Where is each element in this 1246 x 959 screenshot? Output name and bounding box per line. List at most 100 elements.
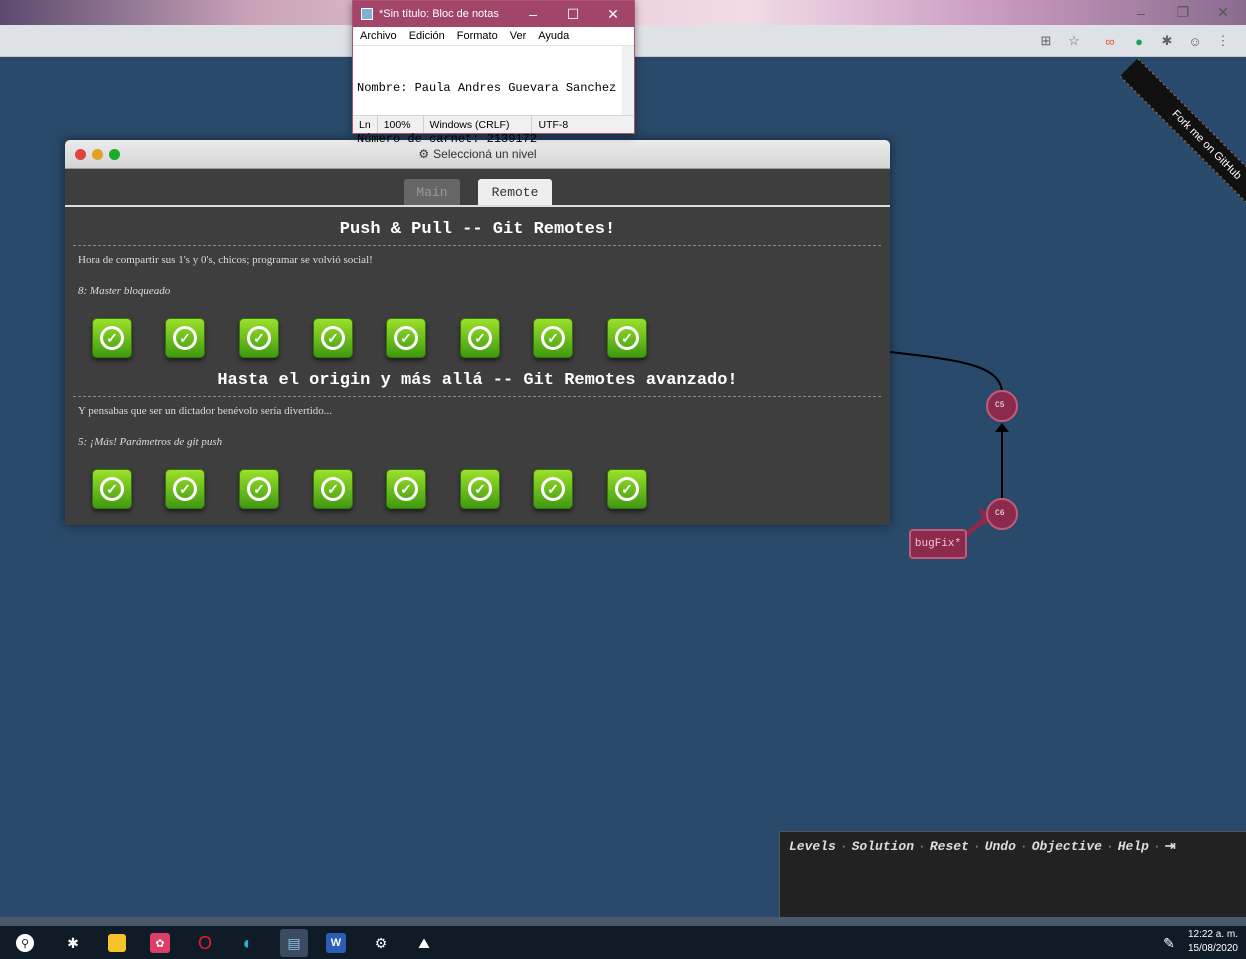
- status-line: Ln: [353, 116, 378, 133]
- check-icon: ✓: [100, 477, 124, 501]
- minimize-dot-icon[interactable]: [92, 149, 103, 160]
- level-button-remote-2[interactable]: ✓: [165, 318, 205, 358]
- menu-formato[interactable]: Formato: [457, 30, 498, 42]
- level-button-remote-3[interactable]: ✓: [239, 318, 279, 358]
- section-divider: [73, 396, 881, 397]
- section-current-level: 5: ¡Más! Parámetros de git push: [78, 436, 223, 448]
- command-links: Levels · Solution · Reset · Undo · Objective · Hel…: [789, 839, 1176, 854]
- section-description: Hora de compartir sus 1's y 0's, chicos;…: [78, 254, 373, 266]
- menu-kebab-icon[interactable]: ⋮: [1214, 32, 1232, 50]
- check-icon: ✓: [541, 477, 565, 501]
- extension-green-icon[interactable]: ●: [1130, 32, 1148, 50]
- commit-c5-label: C5: [995, 401, 1005, 410]
- search-icon[interactable]: ⚲: [16, 934, 34, 952]
- check-icon: ✓: [247, 326, 271, 350]
- level-button-remote-adv-8[interactable]: ✓: [607, 469, 647, 509]
- section-divider: [73, 245, 881, 246]
- maximize-dot-icon[interactable]: [109, 149, 120, 160]
- separator: ·: [1105, 839, 1114, 854]
- level-button-remote-7[interactable]: ✓: [533, 318, 573, 358]
- notepad-title: *Sin título: Bloc de notas: [379, 8, 499, 20]
- separator: ·: [839, 839, 848, 854]
- level-button-remote-4[interactable]: ✓: [313, 318, 353, 358]
- solution-link[interactable]: Solution: [852, 839, 914, 854]
- photos-icon[interactable]: ✿: [150, 933, 170, 953]
- minimize-icon[interactable]: –: [1118, 0, 1164, 25]
- check-icon: ✓: [468, 477, 492, 501]
- close-icon[interactable]: ✕: [1200, 0, 1246, 25]
- extensions-puzzle-icon[interactable]: ✱: [1158, 32, 1176, 50]
- check-icon: ✓: [468, 326, 492, 350]
- system-clock[interactable]: 12:22 a. m. 15/08/2020: [1188, 928, 1238, 956]
- level-button-remote-adv-6[interactable]: ✓: [460, 469, 500, 509]
- level-button-remote-6[interactable]: ✓: [460, 318, 500, 358]
- level-button-remote-1[interactable]: ✓: [92, 318, 132, 358]
- undo-link[interactable]: Undo: [985, 839, 1016, 854]
- profile-avatar-icon[interactable]: ☺: [1186, 32, 1204, 50]
- notepad-titlebar: *Sin título: Bloc de notas – ☐ ✕: [353, 1, 634, 27]
- sticky-notes-icon[interactable]: [108, 934, 126, 952]
- menu-edicion[interactable]: Edición: [409, 30, 445, 42]
- notepad-text-area[interactable]: Nombre: Paula Andres Guevara Sanchez Núm…: [353, 45, 634, 146]
- level-button-remote-adv-3[interactable]: ✓: [239, 469, 279, 509]
- notepad-line-1: Nombre: Paula Andres Guevara Sanchez: [357, 81, 617, 95]
- level-button-remote-adv-4[interactable]: ✓: [313, 469, 353, 509]
- menu-archivo[interactable]: Archivo: [360, 30, 397, 42]
- notepad-icon: [361, 8, 373, 20]
- notepad-menubar: Archivo Edición Formato Ver Ayuda: [353, 27, 634, 45]
- translate-icon[interactable]: ⊞: [1037, 32, 1055, 50]
- level-button-remote-adv-5[interactable]: ✓: [386, 469, 426, 509]
- check-icon: ✓: [173, 326, 197, 350]
- notepad-window: *Sin título: Bloc de notas – ☐ ✕ Archivo…: [352, 0, 635, 146]
- branch-pointer-edge: [965, 516, 988, 536]
- section-current-level: 8: Master bloqueado: [78, 285, 171, 297]
- branch-pointer-arrowhead: [978, 508, 993, 526]
- status-zoom: 100%: [378, 116, 424, 133]
- objective-link[interactable]: Objective: [1032, 839, 1102, 854]
- windows-taskbar: ⚲ ✱ ✿ O ◐ ▤ W ⚙ ⛰ ✎ 12:22 a. m. 15/08/20…: [0, 926, 1246, 959]
- section-title-remote-advanced: Hasta el origin y más allá -- Git Remote…: [217, 371, 738, 390]
- levels-link[interactable]: Levels: [789, 839, 836, 854]
- clock-date: 15/08/2020: [1187, 943, 1238, 954]
- level-button-remote-5[interactable]: ✓: [386, 318, 426, 358]
- photos-app-icon[interactable]: ⛰: [413, 932, 435, 954]
- edge-icon[interactable]: ◐: [237, 932, 259, 954]
- level-button-remote-8[interactable]: ✓: [607, 318, 647, 358]
- status-encoding: UTF-8: [538, 118, 569, 131]
- minimize-icon[interactable]: –: [513, 1, 553, 27]
- help-link[interactable]: Help: [1118, 839, 1149, 854]
- separator: ·: [918, 839, 926, 854]
- level-button-remote-adv-7[interactable]: ✓: [533, 469, 573, 509]
- reset-link[interactable]: Reset: [930, 839, 969, 854]
- extension-glasses-icon[interactable]: ∞: [1101, 32, 1119, 50]
- snipping-icon[interactable]: ✱: [62, 932, 84, 954]
- sign-out-icon[interactable]: ⇥: [1165, 839, 1176, 854]
- section-title-push-pull: Push & Pull -- Git Remotes!: [339, 220, 616, 239]
- level-button-remote-adv-1[interactable]: ✓: [92, 469, 132, 509]
- level-button-remote-adv-2[interactable]: ✓: [165, 469, 205, 509]
- opera-icon[interactable]: O: [194, 932, 216, 954]
- settings-icon[interactable]: ⚙: [370, 932, 392, 954]
- notepad-line-2: Número de carnet: 2139172: [357, 132, 538, 146]
- vertical-scrollbar[interactable]: [622, 46, 634, 117]
- close-dot-icon[interactable]: [75, 149, 86, 160]
- taskbar-divider: [0, 917, 1246, 926]
- command-bar: Levels · Solution · Reset · Undo · Objective · Hel…: [779, 831, 1246, 918]
- notepad-icon[interactable]: ▤: [280, 929, 308, 957]
- check-icon: ✓: [541, 326, 565, 350]
- pen-icon[interactable]: ✎: [1158, 932, 1180, 954]
- fork-github-ribbon[interactable]: Fork me on GitHub: [1119, 58, 1246, 232]
- section-description: Y pensabas que ser un dictador benévolo …: [78, 405, 333, 417]
- close-icon[interactable]: ✕: [593, 1, 633, 27]
- separator: ·: [1152, 839, 1161, 854]
- branch-label-bugfix[interactable]: bugFix*: [909, 529, 967, 559]
- separator: ·: [972, 839, 981, 854]
- menu-ver[interactable]: Ver: [510, 30, 527, 42]
- bookmark-star-icon[interactable]: ☆: [1065, 32, 1083, 50]
- check-icon: ✓: [247, 477, 271, 501]
- status-eol: Windows (CRLF): [424, 116, 533, 133]
- graph-arrowhead: [995, 423, 1009, 432]
- word-icon[interactable]: W: [326, 933, 346, 953]
- menu-ayuda[interactable]: Ayuda: [538, 30, 569, 42]
- maximize-icon[interactable]: ☐: [553, 1, 593, 27]
